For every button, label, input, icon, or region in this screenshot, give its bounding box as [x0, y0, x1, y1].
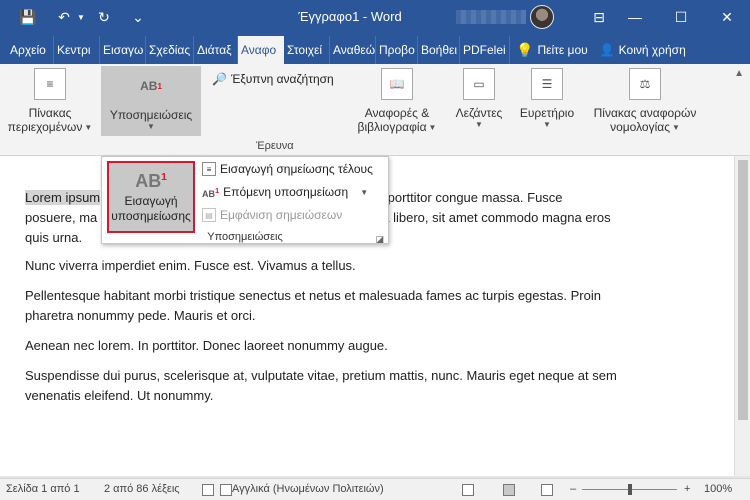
minimize-button[interactable]: —	[612, 0, 658, 34]
track-changes-icon[interactable]	[220, 484, 232, 496]
word-window: 💾 ↶ ▼ ↻ ⌄ Έγγραφο1 - Word ⊟ — ☐ ✕ Αρχείο…	[0, 0, 750, 500]
insert-footnote-button[interactable]: AB1 Εισαγωγή υποσημείωσης	[107, 161, 195, 233]
footnotes-dropdown: AB1 Εισαγωγή υποσημείωσης ≡ Εισαγωγή σημ…	[101, 156, 389, 244]
table-of-contents-icon: ≡	[34, 68, 66, 100]
chevron-down-icon: ▼	[84, 122, 93, 132]
person-icon: 👤	[599, 43, 615, 57]
ribbon-tabs: Αρχείο Κεντρι Εισαγω Σχεδίας Διάταξ Αναφ…	[0, 34, 750, 64]
tab-pdfelement[interactable]: PDFelei	[460, 36, 510, 64]
redo-icon[interactable]: ↻	[92, 8, 116, 26]
index-icon: ☰	[531, 68, 563, 100]
share-button[interactable]: 👤 Κοινή χρήση	[594, 36, 692, 64]
paragraph-4: Aenean nec lorem. In porttitor. Donec la…	[25, 338, 388, 353]
insert-footnote-icon: AB1	[135, 171, 167, 191]
dialog-launcher-icon[interactable]: ◪	[375, 234, 384, 245]
print-layout-icon[interactable]	[503, 484, 515, 496]
chevron-down-icon: ▼	[428, 122, 437, 132]
zoom-out-button[interactable]: –	[570, 483, 576, 495]
chevron-down-icon: ▼	[475, 120, 483, 129]
table-of-authorities-icon: ⚖	[629, 68, 661, 100]
maximize-button[interactable]: ☐	[658, 0, 704, 34]
chevron-down-icon[interactable]: ▼	[76, 8, 86, 26]
word-count[interactable]: 2 από 86 λέξεις	[104, 483, 180, 495]
index-button[interactable]: ☰ Ευρετήριο ▼	[514, 68, 580, 129]
tab-home[interactable]: Κεντρι	[54, 36, 100, 64]
zoom-in-button[interactable]: +	[684, 483, 690, 495]
tab-design[interactable]: Σχεδίας	[146, 36, 194, 64]
table-of-authorities-button[interactable]: ⚖ Πίνακας αναφορών νομολογίας ▼	[586, 68, 704, 134]
tab-layout[interactable]: Διάταξ	[194, 36, 238, 64]
citations-bibliography-button[interactable]: 📖 Αναφορές & βιβλιογραφία ▼	[350, 68, 444, 134]
ribbon: ≡ Πίνακας περιεχομένων ▼ AB 1 Υποσημειώσε…	[0, 64, 750, 156]
authorities-label-1: Πίνακας αναφορών	[593, 106, 697, 120]
endnote-icon: ≡	[202, 162, 216, 176]
lightbulb-icon: 💡	[516, 41, 534, 58]
vertical-scrollbar[interactable]	[734, 156, 750, 476]
footnote-icon: AB 1	[140, 79, 162, 93]
toc-label-2: περιεχομένων	[7, 120, 83, 134]
tell-me-box[interactable]: 💡 Πείτε μου	[510, 36, 594, 64]
chevron-down-icon[interactable]: ▼	[360, 188, 368, 197]
tab-references[interactable]: Αναφο	[238, 36, 284, 64]
save-icon[interactable]: 💾	[16, 8, 40, 26]
page-count[interactable]: Σελίδα 1 από 1	[6, 483, 80, 495]
next-footnote-item[interactable]: AB1 Επόμενη υποσημείωση ▼	[202, 182, 368, 202]
chevron-down-icon: ▼	[543, 120, 551, 129]
zoom-slider-thumb[interactable]	[628, 484, 632, 495]
tab-help[interactable]: Βοήθει	[418, 36, 460, 64]
smart-lookup-button[interactable]: 🔎 Έξυπνη αναζήτηση	[212, 72, 334, 86]
index-label: Ευρετήριο	[519, 106, 575, 120]
next-footnote-icon: AB1	[202, 185, 220, 199]
customize-qat-icon[interactable]: ⌄	[126, 8, 150, 26]
research-group-label: Έρευνα	[256, 140, 294, 152]
selected-text[interactable]: Lorem ipsum	[25, 190, 101, 205]
search-icon: 🔎	[212, 72, 227, 86]
close-button[interactable]: ✕	[704, 0, 750, 34]
table-of-contents-button[interactable]: ≡ Πίνακας περιεχομένων ▼	[6, 68, 94, 134]
chevron-down-icon: ▼	[147, 122, 155, 131]
account-name	[456, 10, 526, 24]
title-bar: 💾 ↶ ▼ ↻ ⌄ Έγγραφο1 - Word ⊟ — ☐ ✕	[0, 0, 750, 34]
captions-label: Λεζάντες	[455, 106, 503, 120]
smart-lookup-label: Έξυπνη αναζήτηση	[230, 72, 334, 86]
language-indicator[interactable]: Αγγλικά (Ηνωμένων Πολιτειών)	[232, 483, 384, 495]
tab-view[interactable]: Προβο	[376, 36, 418, 64]
tab-file[interactable]: Αρχείο	[0, 36, 54, 64]
zoom-level[interactable]: 100%	[704, 483, 732, 495]
share-label: Κοινή χρήση	[618, 43, 686, 57]
bibliography-icon: 📖	[381, 68, 413, 100]
paragraph-3: Pellentesque habitant morbi tristique se…	[25, 288, 601, 323]
footnotes-button[interactable]: AB 1 Υποσημειώσεις ▼	[101, 66, 201, 136]
show-notes-icon: ▤	[202, 208, 216, 222]
footnotes-label: Υποσημειώσεις	[109, 108, 193, 122]
window-title: Έγγραφο1 - Word	[298, 9, 402, 24]
proofing-icon[interactable]	[202, 484, 214, 496]
focus-mode-icon[interactable]	[462, 484, 474, 496]
citations-label-2: βιβλιογραφία	[357, 120, 427, 134]
insert-footnote-label-2: υποσημείωσης	[111, 209, 191, 223]
ribbon-scroll-arrow[interactable]: ▲	[734, 68, 744, 79]
show-notes-item[interactable]: ▤ Εμφάνιση σημειώσεων	[202, 205, 342, 225]
tab-mailings[interactable]: Στοιχεί	[284, 36, 330, 64]
scrollbar-thumb[interactable]	[738, 160, 748, 420]
footnotes-group-label: Υποσημειώσεις	[207, 231, 283, 243]
insert-footnote-label-1: Εισαγωγή	[124, 194, 178, 208]
authorities-label-2: νομολογίας	[610, 120, 670, 134]
insert-endnote-item[interactable]: ≡ Εισαγωγή σημείωσης τέλους	[202, 159, 373, 179]
tab-review[interactable]: Αναθεώ	[330, 36, 376, 64]
paragraph-2: Nunc viverra imperdiet enim. Fusce est. …	[25, 258, 356, 273]
paragraph-5: Suspendisse dui purus, scelerisque at, v…	[25, 368, 617, 403]
tab-insert[interactable]: Εισαγω	[100, 36, 146, 64]
undo-icon[interactable]: ↶	[52, 8, 76, 26]
caption-icon: ▭	[463, 68, 495, 100]
chevron-down-icon: ▼	[672, 122, 680, 132]
web-layout-icon[interactable]	[541, 484, 553, 496]
status-bar: Σελίδα 1 από 1 2 από 86 λέξεις Αγγλικά (…	[0, 478, 750, 500]
avatar[interactable]	[530, 5, 554, 29]
captions-button[interactable]: ▭ Λεζάντες ▼	[448, 68, 510, 129]
tell-me-label: Πείτε μου	[537, 43, 588, 57]
quick-access-toolbar: 💾 ↶ ▼ ↻ ⌄	[16, 8, 150, 26]
toc-label-1: Πίνακας	[28, 106, 72, 120]
citations-label-1: Αναφορές &	[364, 106, 430, 120]
